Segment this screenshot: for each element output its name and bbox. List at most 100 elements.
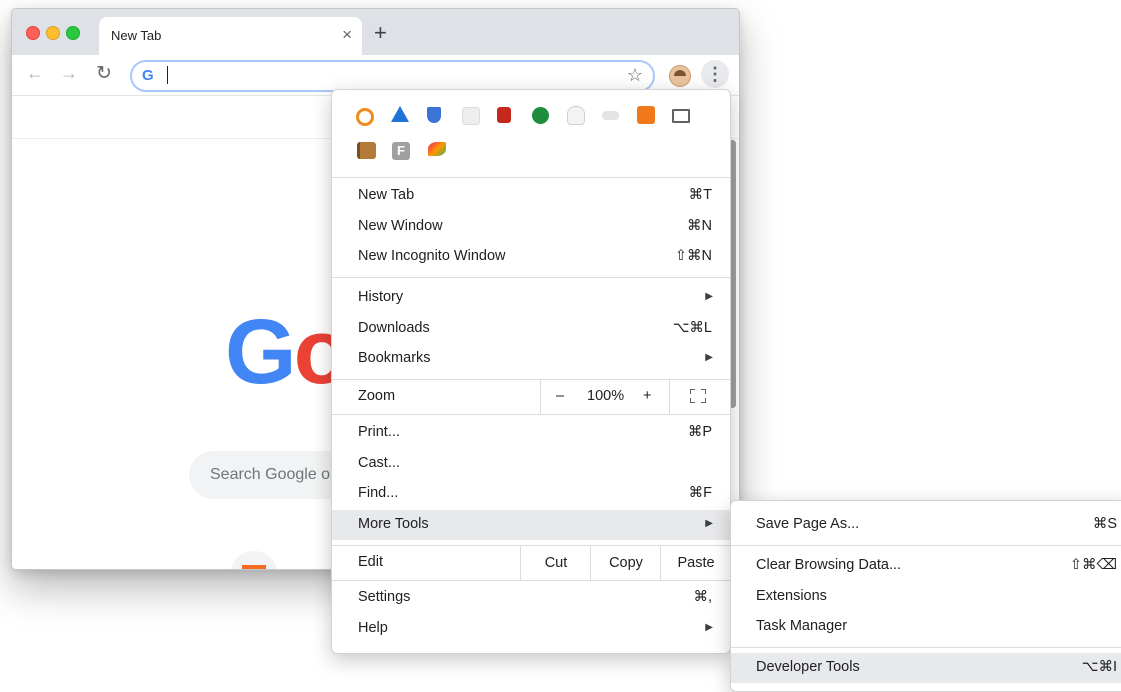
forward-button[interactable]: →	[60, 63, 78, 84]
menu-item-clear-browsing-data[interactable]: Clear Browsing Data... ⇧⌘⌫	[731, 551, 1121, 581]
zoom-out-button[interactable]: –	[556, 388, 564, 404]
menu-item-shortcut: ⌘N	[687, 218, 712, 234]
submenu-arrow-icon: ▶	[705, 518, 713, 529]
menu-item-shortcut: ⌘F	[688, 485, 712, 501]
red-box-extension-icon[interactable]	[497, 107, 511, 123]
menu-item-label: Find...	[358, 485, 399, 501]
menu-item-print[interactable]: Print... ⌘P	[332, 418, 730, 448]
menu-item-downloads[interactable]: Downloads ⌥⌘L	[332, 314, 730, 344]
zoom-level: 100%	[587, 388, 625, 404]
ghost-extension-icon[interactable]	[567, 106, 585, 125]
back-button[interactable]: ←	[26, 63, 44, 84]
zoom-window-button[interactable]	[66, 26, 80, 40]
tab-title: New Tab	[111, 28, 162, 43]
green-check-extension-icon[interactable]	[532, 107, 549, 124]
menu-separator	[332, 580, 730, 581]
extension-icons-row	[356, 106, 716, 128]
zoom-row: Zoom – 100% +	[332, 380, 730, 414]
menu-item-label: Settings	[358, 589, 411, 605]
menu-item-label: Save Page As...	[756, 516, 860, 532]
edit-row: Edit Cut Copy Paste	[332, 546, 730, 580]
fullscreen-icon[interactable]	[690, 389, 706, 403]
menu-item-history[interactable]: History ▶	[332, 283, 730, 313]
bookmark-star-icon[interactable]: ☆	[627, 65, 643, 86]
menu-item-developer-tools[interactable]: Developer Tools ⌥⌘I	[731, 653, 1121, 683]
zoom-in-button[interactable]: +	[643, 388, 651, 404]
menu-item-label: Developer Tools	[756, 659, 860, 675]
zoom-label: Zoom	[358, 388, 396, 404]
menu-item-label: Print...	[358, 424, 400, 440]
address-bar[interactable]: G ☆	[130, 60, 655, 92]
f-extension-icon[interactable]: F	[392, 142, 410, 160]
menu-item-new-incognito-window[interactable]: New Incognito Window ⇧⌘N	[332, 242, 730, 272]
zoom-controls: – 100% +	[540, 380, 670, 414]
menu-item-bookmarks[interactable]: Bookmarks ▶	[332, 344, 730, 374]
menu-separator	[332, 414, 730, 415]
book-extension-icon[interactable]	[357, 142, 376, 159]
menu-item-new-window[interactable]: New Window ⌘N	[332, 212, 730, 242]
menu-item-label: New Window	[358, 218, 443, 234]
tab-new-tab[interactable]: New Tab ×	[99, 17, 362, 55]
menu-item-shortcut: ⌥⌘L	[672, 320, 712, 336]
menu-item-new-tab[interactable]: New Tab ⌘T	[332, 181, 730, 211]
extension-icons-row-2: F	[356, 141, 476, 163]
menu-separator	[332, 177, 730, 178]
reload-button[interactable]: ↻	[96, 62, 112, 85]
google-search-icon: G	[142, 67, 154, 84]
menu-item-label: Cast...	[358, 455, 400, 471]
menu-item-help[interactable]: Help ▶	[332, 614, 730, 644]
submenu-arrow-icon: ▶	[705, 622, 713, 633]
shield-extension-icon[interactable]	[427, 107, 441, 123]
menu-item-label: History	[358, 289, 404, 305]
menu-item-label: Clear Browsing Data...	[756, 557, 902, 573]
close-tab-icon[interactable]: ×	[342, 25, 352, 45]
close-window-button[interactable]	[26, 26, 40, 40]
edit-label: Edit	[358, 554, 383, 570]
chrome-menu-button[interactable]: ⋮	[701, 60, 729, 88]
new-tab-button[interactable]: +	[374, 22, 387, 44]
menu-item-shortcut: ⌘S	[1092, 516, 1117, 532]
text-cursor	[167, 66, 168, 84]
gray-pill-extension-icon[interactable]	[602, 111, 619, 120]
profile-avatar[interactable]	[669, 65, 691, 87]
triangle-extension-icon[interactable]	[391, 106, 409, 122]
submenu-arrow-icon: ▶	[705, 291, 713, 302]
menu-separator	[731, 545, 1121, 546]
menu-item-label: Downloads	[358, 320, 430, 336]
menu-item-label: Task Manager	[756, 618, 848, 634]
menu-item-extensions[interactable]: Extensions	[731, 582, 1121, 612]
menu-item-find[interactable]: Find... ⌘F	[332, 479, 730, 509]
copy-button[interactable]: Copy	[590, 546, 661, 580]
laptop-extension-icon[interactable]	[672, 109, 690, 123]
menu-item-label: More Tools	[358, 516, 429, 532]
more-tools-submenu: Save Page As... ⌘S Clear Browsing Data..…	[730, 500, 1121, 692]
brush-extension-icon[interactable]	[428, 142, 446, 156]
menu-item-label: New Tab	[358, 187, 415, 203]
shortcut-tile[interactable]	[230, 551, 278, 569]
cut-button[interactable]: Cut	[520, 546, 591, 580]
menu-item-shortcut: ⌘P	[687, 424, 712, 440]
title-bar: New Tab × +	[12, 9, 739, 55]
menu-separator	[731, 647, 1121, 648]
menu-item-task-manager[interactable]: Task Manager	[731, 612, 1121, 642]
menu-item-save-page-as[interactable]: Save Page As... ⌘S	[731, 510, 1121, 540]
menu-item-shortcut: ⌘T	[688, 187, 712, 203]
menu-separator	[332, 277, 730, 278]
menu-item-label: Bookmarks	[358, 350, 431, 366]
orange-ring-extension-icon[interactable]	[356, 108, 374, 126]
menu-item-label: Help	[358, 620, 388, 636]
grid-extension-icon[interactable]	[462, 107, 480, 125]
paste-button[interactable]: Paste	[660, 546, 731, 580]
menu-item-cast[interactable]: Cast...	[332, 449, 730, 479]
menu-item-shortcut: ⇧⌘N	[674, 248, 712, 264]
search-placeholder: Search Google or	[210, 466, 336, 483]
chart-extension-icon[interactable]	[637, 106, 655, 124]
google-logo-g: G	[225, 301, 297, 403]
minimize-window-button[interactable]	[46, 26, 60, 40]
menu-item-label: Extensions	[756, 588, 827, 604]
menu-item-label: New Incognito Window	[358, 248, 506, 264]
menu-item-settings[interactable]: Settings ⌘,	[332, 583, 730, 613]
submenu-arrow-icon: ▶	[705, 352, 713, 363]
chrome-main-menu: F New Tab ⌘T New Window ⌘N New Incognito…	[331, 89, 731, 654]
menu-item-more-tools[interactable]: More Tools ▶	[332, 510, 730, 540]
